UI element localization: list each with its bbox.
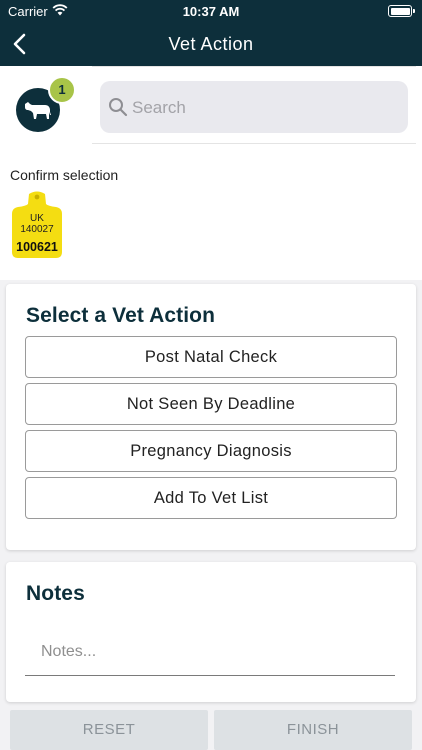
vet-action-title: Select a Vet Action	[26, 304, 216, 327]
nav-bar: Vet Action	[0, 22, 422, 66]
not-seen-by-deadline-button[interactable]: Not Seen By Deadline	[25, 383, 397, 425]
cow-icon	[25, 102, 51, 119]
add-to-vet-list-button[interactable]: Add To Vet List	[25, 477, 397, 519]
search-input[interactable]	[130, 81, 404, 135]
finish-button[interactable]: FINISH	[214, 710, 412, 750]
top-bar: Carrier 10:37 AM Vet Action	[0, 0, 422, 66]
reset-button[interactable]: RESET	[10, 710, 208, 750]
selection-count-badge: 1	[48, 76, 76, 104]
ear-tag-number: 100621	[16, 240, 58, 254]
confirm-selection-label: Confirm selection	[10, 167, 119, 183]
ear-tag[interactable]: UK 140027 100621	[12, 190, 62, 258]
notes-title: Notes	[26, 582, 85, 605]
notes-input[interactable]	[25, 628, 395, 676]
notes-card: Notes	[6, 562, 416, 702]
search-bar	[92, 66, 416, 144]
clock: 10:37 AM	[182, 4, 240, 19]
battery-icon	[388, 5, 415, 17]
post-natal-check-button[interactable]: Post Natal Check	[25, 336, 397, 378]
page-title: Vet Action	[168, 34, 254, 54]
search-field[interactable]	[100, 81, 408, 135]
search-icon	[109, 98, 128, 117]
ear-tag-herd: 140027	[20, 224, 54, 235]
vet-action-card: Select a Vet Action Post Natal Check Not…	[6, 284, 416, 550]
selection-area: 1 Confirm selection UK 140027 100621	[0, 66, 422, 280]
status-bar: Carrier 10:37 AM	[0, 0, 422, 22]
ear-tag-country: UK	[30, 213, 44, 224]
pregnancy-diagnosis-button[interactable]: Pregnancy Diagnosis	[25, 430, 397, 472]
